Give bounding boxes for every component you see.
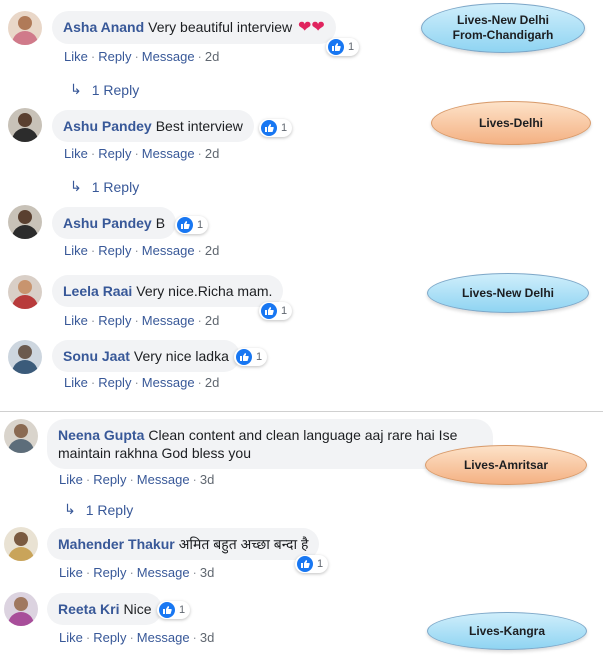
reaction-count[interactable]: 1 bbox=[326, 38, 360, 56]
comment-actions: Like · Reply · Message · 2d bbox=[64, 49, 220, 64]
comment-bubble: Asha Anand Very beautiful interview ❤❤ bbox=[52, 11, 336, 44]
reply-link[interactable]: Reply bbox=[93, 472, 126, 487]
heart-emoji: ❤❤ bbox=[298, 19, 325, 36]
timestamp[interactable]: 3d bbox=[200, 472, 214, 487]
comment-actions: Like · Reply · Message · 3d bbox=[59, 630, 215, 645]
timestamp[interactable]: 2d bbox=[205, 313, 219, 328]
like-link[interactable]: Like bbox=[59, 630, 83, 645]
comment-author[interactable]: Neena Gupta bbox=[58, 427, 144, 443]
reaction-count[interactable]: 1 bbox=[234, 348, 268, 366]
timestamp[interactable]: 2d bbox=[205, 375, 219, 390]
like-link[interactable]: Like bbox=[64, 375, 88, 390]
location-tag-new-delhi: Lives-New Delhi bbox=[427, 273, 589, 313]
timestamp[interactable]: 2d bbox=[205, 49, 219, 64]
reply-link[interactable]: Reply bbox=[98, 375, 131, 390]
reaction-count[interactable]: 1 bbox=[295, 555, 329, 573]
timestamp[interactable]: 3d bbox=[200, 630, 214, 645]
avatar[interactable] bbox=[8, 340, 42, 374]
reply-link[interactable]: Reply bbox=[93, 565, 126, 580]
message-link[interactable]: Message bbox=[142, 313, 195, 328]
reaction-count[interactable]: 1 bbox=[259, 302, 293, 320]
like-link[interactable]: Like bbox=[59, 472, 83, 487]
message-link[interactable]: Message bbox=[142, 146, 195, 161]
like-icon bbox=[261, 120, 277, 136]
divider bbox=[0, 411, 603, 412]
reply-arrow-icon: ↳ bbox=[70, 81, 82, 97]
location-tag-kangra: Lives-Kangra bbox=[427, 612, 587, 650]
comment-actions: Like · Reply · Message · 3d bbox=[59, 472, 215, 487]
message-link[interactable]: Message bbox=[142, 375, 195, 390]
comment-actions: Like · Reply · Message · 2d bbox=[64, 243, 220, 258]
reaction-count[interactable]: 1 bbox=[259, 119, 293, 137]
view-replies[interactable]: ↳ 1 Reply bbox=[64, 501, 133, 518]
comment-bubble: Mahender Thakur अमित बहुत अच्छा बन्दा है bbox=[47, 528, 320, 560]
location-tag-new-delhi-chandigarh: Lives-New Delhi From-Chandigarh bbox=[421, 3, 585, 53]
avatar[interactable] bbox=[4, 527, 38, 561]
avatar[interactable] bbox=[8, 11, 42, 45]
avatar[interactable] bbox=[4, 419, 38, 453]
comment-author[interactable]: Asha Anand bbox=[63, 19, 144, 35]
comment-text: Very nice ladka bbox=[133, 348, 229, 364]
location-tag-delhi: Lives-Delhi bbox=[431, 101, 591, 145]
comment-author[interactable]: Mahender Thakur bbox=[58, 536, 175, 552]
message-link[interactable]: Message bbox=[137, 565, 190, 580]
comment-actions: Like · Reply · Message · 2d bbox=[64, 146, 220, 161]
like-link[interactable]: Like bbox=[64, 146, 88, 161]
timestamp[interactable]: 3d bbox=[200, 565, 214, 580]
reply-link[interactable]: Reply bbox=[98, 243, 131, 258]
comment-bubble: Leela Raai Very nice.Richa mam. bbox=[52, 275, 284, 307]
reply-link[interactable]: Reply bbox=[93, 630, 126, 645]
comment-text: Very nice.Richa mam. bbox=[136, 283, 273, 299]
comment-author[interactable]: Sonu Jaat bbox=[63, 348, 130, 364]
like-link[interactable]: Like bbox=[64, 243, 88, 258]
comment-bubble: Sonu Jaat Very nice ladka bbox=[52, 340, 240, 372]
like-link[interactable]: Like bbox=[59, 565, 83, 580]
message-link[interactable]: Message bbox=[142, 49, 195, 64]
comment-author[interactable]: Leela Raai bbox=[63, 283, 132, 299]
cropped-text-fragment bbox=[0, 396, 360, 412]
reply-link[interactable]: Reply bbox=[98, 49, 131, 64]
comment-bubble: Ashu Pandey Best interview bbox=[52, 110, 254, 142]
reply-arrow-icon: ↳ bbox=[70, 178, 82, 194]
comment-actions: Like · Reply · Message · 3d bbox=[59, 565, 215, 580]
comment-text: अमित बहुत अच्छा बन्दा है bbox=[178, 536, 309, 552]
comment-bubble: Ashu Pandey B bbox=[52, 207, 177, 239]
like-icon bbox=[297, 556, 313, 572]
comment-actions: Like · Reply · Message · 2d bbox=[64, 313, 220, 328]
comment-actions: Like · Reply · Message · 2d bbox=[64, 375, 220, 390]
comment-text: Very beautiful interview bbox=[148, 19, 293, 35]
comment-text: B bbox=[155, 215, 166, 231]
reaction-count[interactable]: 1 bbox=[157, 601, 191, 619]
avatar[interactable] bbox=[8, 205, 42, 239]
comment-text: Best interview bbox=[155, 118, 243, 134]
like-icon bbox=[261, 303, 277, 319]
comment-bubble: Reeta Kri Nice bbox=[47, 593, 163, 625]
like-link[interactable]: Like bbox=[64, 313, 88, 328]
reply-link[interactable]: Reply bbox=[98, 146, 131, 161]
like-icon bbox=[159, 602, 175, 618]
message-link[interactable]: Message bbox=[142, 243, 195, 258]
like-icon bbox=[236, 349, 252, 365]
comment-author[interactable]: Reeta Kri bbox=[58, 601, 119, 617]
timestamp[interactable]: 2d bbox=[205, 146, 219, 161]
message-link[interactable]: Message bbox=[137, 472, 190, 487]
avatar[interactable] bbox=[4, 592, 38, 626]
reply-arrow-icon: ↳ bbox=[64, 501, 76, 517]
like-link[interactable]: Like bbox=[64, 49, 88, 64]
reaction-count[interactable]: 1 bbox=[175, 216, 209, 234]
view-replies[interactable]: ↳ 1 Reply bbox=[70, 178, 139, 195]
message-link[interactable]: Message bbox=[137, 630, 190, 645]
reply-link[interactable]: Reply bbox=[98, 313, 131, 328]
comment-author[interactable]: Ashu Pandey bbox=[63, 118, 152, 134]
avatar[interactable] bbox=[8, 275, 42, 309]
like-icon bbox=[177, 217, 193, 233]
comment-text: Nice bbox=[123, 601, 152, 617]
like-icon bbox=[328, 39, 344, 55]
location-tag-amritsar: Lives-Amritsar bbox=[425, 445, 587, 485]
view-replies[interactable]: ↳ 1 Reply bbox=[70, 81, 139, 98]
avatar[interactable] bbox=[8, 108, 42, 142]
timestamp[interactable]: 2d bbox=[205, 243, 219, 258]
comment-author[interactable]: Ashu Pandey bbox=[63, 215, 152, 231]
